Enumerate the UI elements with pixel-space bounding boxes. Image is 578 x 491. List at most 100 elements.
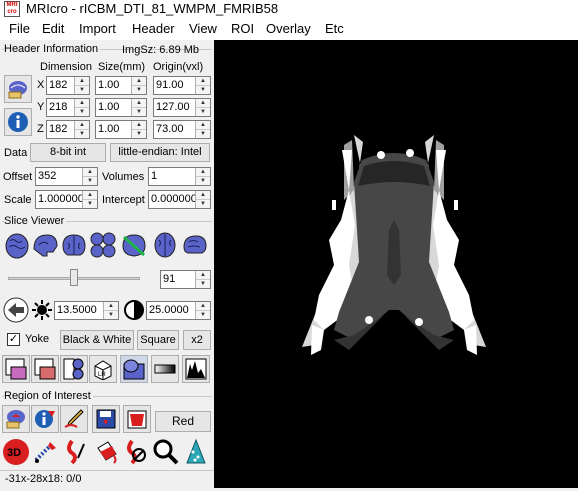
roi-pen-button[interactable]: [60, 405, 88, 433]
offset-label: Offset: [3, 171, 33, 183]
overlay-transparency-button[interactable]: [60, 355, 88, 383]
roi-erase-button[interactable]: [122, 438, 150, 466]
size-x-spinner[interactable]: 1.00 ▲ ▼: [95, 76, 147, 95]
slice-number-spinner[interactable]: 91 ▲ ▼: [160, 270, 211, 289]
menu-etc[interactable]: Etc: [325, 21, 344, 36]
status-coordinates: -31x-28x18: 0/0: [5, 473, 82, 485]
offset-spinner[interactable]: 352 ▲ ▼: [35, 167, 98, 186]
axis-y-label: Y: [37, 101, 45, 113]
brightness-icon: [31, 299, 53, 321]
menu-roi[interactable]: ROI: [231, 21, 254, 36]
cone-icon: [186, 438, 206, 464]
origin-z-spinner[interactable]: 73.00 ▲ ▼: [153, 120, 211, 139]
roi-3d-button[interactable]: 3D: [2, 438, 30, 466]
volumes-spinner[interactable]: 1 ▲ ▼: [148, 167, 211, 186]
dimension-x-spinner[interactable]: 182 ▲ ▼: [46, 76, 90, 95]
roi-cone-button[interactable]: [182, 438, 210, 466]
brain-overlay-button[interactable]: [120, 355, 148, 383]
data-type-button[interactable]: 8-bit int: [30, 143, 106, 162]
axis-x-label: X: [37, 79, 45, 91]
brightness-spinner[interactable]: 13.5000 ▲ ▼: [54, 301, 119, 320]
brain-sagittal-icon: [33, 234, 58, 257]
coronal-view-button[interactable]: [60, 231, 88, 259]
roi-info-button[interactable]: [31, 405, 59, 433]
window-overlay-alt-icon: [34, 358, 56, 380]
slice-slider-thumb[interactable]: [70, 269, 78, 286]
origin-y-spinner[interactable]: 127.00 ▲ ▼: [153, 98, 211, 117]
brain-multislice-icon: [90, 232, 116, 258]
rotate-3d-button[interactable]: LR: [89, 355, 117, 383]
roi-delete-button[interactable]: [123, 405, 151, 433]
overlay-circles-icon: [63, 358, 84, 380]
overlay-mode-2-button[interactable]: [31, 355, 59, 383]
render-view-button[interactable]: [3, 231, 31, 259]
autocontrast-button[interactable]: [3, 297, 29, 323]
col-size-label: Size(mm): [98, 61, 146, 73]
roi-freehand-button[interactable]: [62, 438, 90, 466]
menu-header[interactable]: Header: [132, 21, 175, 36]
svg-text:3D: 3D: [7, 447, 21, 459]
black-white-button[interactable]: Black & White: [60, 330, 134, 350]
brain-lateral-icon: [183, 235, 207, 254]
histogram-button[interactable]: [182, 355, 210, 383]
dimension-z-spinner[interactable]: 182 ▲ ▼: [46, 120, 90, 139]
intercept-spinner[interactable]: 0.000000 ▲ ▼: [148, 190, 211, 209]
zoom-x2-button[interactable]: x2: [183, 330, 211, 350]
menu-overlay[interactable]: Overlay: [266, 21, 311, 36]
scale-spinner[interactable]: 1.000000 ▲ ▼: [35, 190, 98, 209]
eraser-no-icon: [127, 439, 146, 465]
control-panel: Header Information ImgSz: 6.89 Mb Dimens…: [0, 40, 214, 488]
roi-label: Region of Interest: [4, 390, 93, 402]
histogram-icon: [185, 358, 207, 380]
image-viewer[interactable]: [214, 40, 578, 488]
magnifier-icon: [153, 439, 179, 465]
yoke-checkbox[interactable]: ✓: [7, 333, 20, 346]
3d-badge-icon: 3D: [3, 439, 29, 465]
oblique-view-button[interactable]: [120, 231, 148, 259]
brain-axial-icon: [154, 232, 176, 258]
roi-threshold-button[interactable]: [32, 438, 60, 466]
contrast-spinner[interactable]: 25.0000 ▲ ▼: [146, 301, 211, 320]
menu-file[interactable]: File: [9, 21, 30, 36]
svg-text:LR: LR: [98, 372, 106, 378]
endian-button[interactable]: little-endian: Intel: [110, 143, 210, 162]
slice-viewer-label: Slice Viewer: [4, 215, 67, 227]
cube-3d-icon: LR: [94, 360, 112, 380]
brain-slice-image: [302, 135, 486, 355]
overlay-mode-1-button[interactable]: [2, 355, 30, 383]
roi-info-icon: [35, 410, 55, 428]
roi-save-button[interactable]: [92, 405, 120, 433]
sagittal-view-button[interactable]: [31, 231, 59, 259]
roi-fill-button[interactable]: [92, 438, 120, 466]
window-overlay-icon: [5, 358, 27, 380]
size-y-spinner[interactable]: 1.00 ▲ ▼: [95, 98, 147, 117]
menu-bar: File Edit Import Header View ROI Overlay…: [0, 18, 578, 40]
left-arrow-circle-icon: [3, 297, 29, 323]
volumes-label: Volumes: [102, 171, 145, 183]
lateral-view-button[interactable]: [181, 231, 209, 259]
roi-open-button[interactable]: [2, 405, 30, 433]
zoom-button[interactable]: [152, 438, 180, 466]
multislice-view-button[interactable]: [89, 231, 117, 259]
dimension-y-spinner[interactable]: 218 ▲ ▼: [46, 98, 90, 117]
window-title: MRIcro - rICBM_DTI_81_WMPM_FMRIB58: [26, 1, 279, 16]
origin-x-spinner[interactable]: 91.00 ▲ ▼: [153, 76, 211, 95]
roi-color-button[interactable]: Red: [155, 411, 211, 432]
size-z-spinner[interactable]: 1.00 ▲ ▼: [95, 120, 147, 139]
axial-view-button[interactable]: [151, 231, 179, 259]
info-button[interactable]: [4, 108, 32, 136]
info-icon: [8, 112, 28, 132]
title-bar: MRI cro MRIcro - rICBM_DTI_81_WMPM_FMRIB5…: [0, 0, 578, 18]
scale-label: Scale: [4, 194, 32, 206]
menu-edit[interactable]: Edit: [42, 21, 64, 36]
square-button[interactable]: Square: [137, 330, 179, 350]
menu-import[interactable]: Import: [79, 21, 116, 36]
status-bar: -31x-28x18: 0/0: [0, 470, 214, 489]
gradient-button[interactable]: [151, 355, 179, 383]
save-disk-icon: [96, 409, 116, 429]
brain-window-icon: [123, 359, 145, 380]
menu-view[interactable]: View: [189, 21, 217, 36]
open-header-button[interactable]: [4, 75, 32, 103]
header-info-label: Header Information: [4, 43, 101, 55]
brain-folder-icon: [8, 81, 27, 99]
